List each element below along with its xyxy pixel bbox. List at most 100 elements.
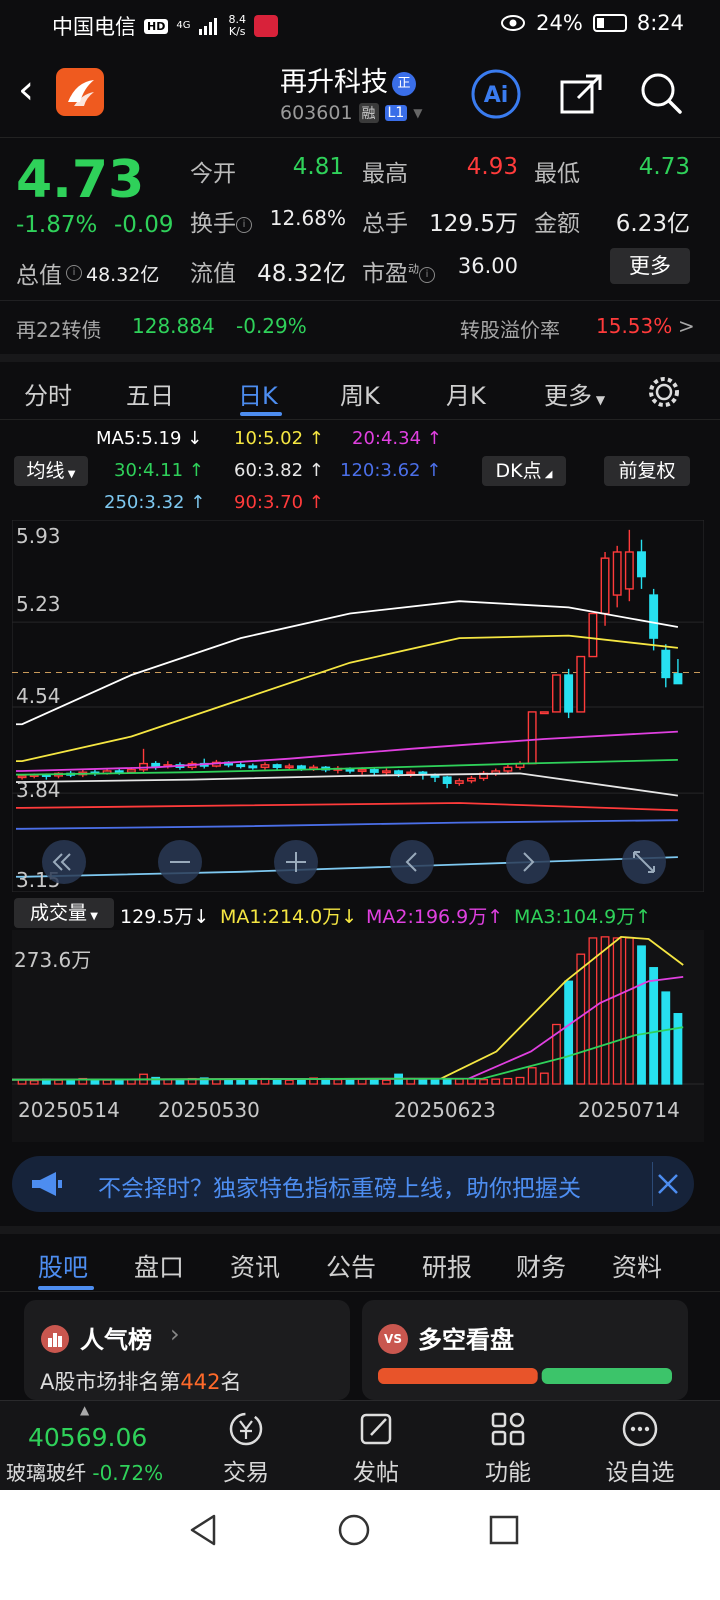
nav-home-icon[interactable]	[334, 1510, 374, 1550]
tab-monthly-k[interactable]: 月K	[446, 376, 486, 411]
volume-bar	[503, 1077, 513, 1085]
volume-bar	[539, 1072, 549, 1085]
candle	[576, 655, 586, 713]
dk-point-button[interactable]: DK点 ◢	[482, 456, 566, 486]
index-name-row[interactable]: 玻璃玻纤 -0.72%	[6, 1457, 163, 1486]
nav-back-icon[interactable]	[184, 1510, 224, 1550]
rank-number: 442	[180, 1370, 221, 1394]
candle	[649, 594, 659, 639]
zoom-out-icon[interactable]	[158, 840, 202, 884]
convertible-bond-bar[interactable]: 再22转债 128.884 -0.29% 转股溢价率 15.53% >	[0, 300, 720, 352]
volume-ma-line-1	[11, 935, 684, 1081]
chart-frame	[11, 519, 705, 893]
caret-down-icon: ▼	[592, 393, 606, 407]
caret-down-icon: ▼	[87, 911, 98, 922]
stock-code-row: 603601 融 L1 ▼	[280, 102, 422, 124]
volume-bar	[624, 937, 634, 1085]
tab-research[interactable]: 研报	[422, 1248, 472, 1284]
more-dots-icon	[622, 1411, 658, 1447]
gear-icon[interactable]	[646, 374, 682, 410]
info-icon[interactable]: i	[236, 216, 252, 233]
volume-bar	[369, 1079, 379, 1085]
nav-watchlist[interactable]: 设自选	[590, 1409, 690, 1487]
more-quote-button[interactable]: 更多	[610, 248, 690, 284]
volume-axis-max: 273.6万	[14, 948, 92, 972]
scroll-right-icon[interactable]	[506, 840, 550, 884]
volume-label: 总手	[362, 211, 408, 237]
candle	[369, 769, 379, 773]
nav-post-label: 发帖	[353, 1460, 399, 1486]
volume-bar	[515, 1076, 525, 1085]
promo-banner[interactable]: 不会择时？独家特色指标重磅上线，助你把握关	[12, 1156, 694, 1212]
zoom-in-icon[interactable]	[274, 840, 318, 884]
y-axis-label-2: 5.23	[16, 592, 61, 616]
tab-order-book[interactable]: 盘口	[134, 1248, 184, 1284]
candle	[454, 780, 464, 784]
tab-announcements[interactable]: 公告	[326, 1248, 376, 1284]
chart-controls	[42, 840, 666, 884]
back-icon[interactable]: ‹	[18, 70, 34, 110]
scroll-left-icon[interactable]	[390, 840, 434, 884]
nav-trade[interactable]: 交易	[196, 1409, 296, 1487]
tab-five-day[interactable]: 五日	[126, 376, 174, 411]
amount-label: 金额	[534, 211, 580, 237]
index-value[interactable]: 40569.06	[28, 1423, 147, 1452]
caret-down-icon: ▼	[64, 469, 76, 480]
tab-profile[interactable]: 资料	[612, 1248, 662, 1284]
ai-assistant-button[interactable]: Ai	[470, 68, 522, 120]
volume-bar	[102, 1079, 112, 1085]
rank-prefix: A股市场排名第	[40, 1370, 181, 1394]
search-icon[interactable]	[636, 68, 688, 120]
stock-code: 603601	[280, 102, 353, 124]
info-icon[interactable]: i	[66, 265, 82, 281]
ma250-legend: 250:3.32 ↑	[104, 492, 206, 513]
nav-features[interactable]: 功能	[458, 1409, 558, 1487]
chevron-down-icon[interactable]: ▼	[413, 106, 422, 120]
date-label-4: 20250714	[578, 1098, 680, 1122]
notification-app-icon	[253, 15, 278, 37]
candle	[466, 777, 476, 782]
open-value: 4.81	[292, 154, 344, 180]
bull-bear-card[interactable]: VS 多空看盘	[362, 1300, 688, 1400]
turnover-label-text: 换手	[190, 211, 236, 237]
nav-recents-icon[interactable]	[484, 1510, 524, 1550]
market-cap-value: 48.32亿	[86, 263, 160, 286]
tab-daily-k[interactable]: 日K	[238, 376, 278, 411]
volume-bar	[612, 937, 622, 1085]
popularity-card[interactable]: 人气榜 › A股市场排名第442名	[24, 1300, 350, 1400]
candle	[503, 766, 513, 772]
tab-intraday[interactable]: 分时	[24, 376, 72, 411]
nav-watchlist-label: 设自选	[605, 1460, 675, 1486]
scroll-left-fast-icon[interactable]	[42, 840, 86, 884]
close-icon[interactable]	[654, 1170, 682, 1198]
tab-more[interactable]: 更多 ▼	[544, 376, 605, 411]
content-tabs: 股吧 盘口 资讯 公告 研报 财务 资料	[0, 1226, 720, 1292]
ma-selector-button[interactable]: 均线 ▼	[14, 456, 88, 486]
nav-features-label: 功能	[485, 1460, 531, 1486]
share-icon[interactable]	[556, 68, 608, 120]
indicator-selector-button[interactable]: 成交量 ▼	[14, 898, 114, 928]
battery-percent: 24%	[536, 11, 583, 35]
margin-tag: 融	[358, 103, 379, 123]
info-icon[interactable]: i	[419, 266, 435, 283]
tab-news[interactable]: 资讯	[230, 1248, 280, 1284]
volume-chart[interactable]: 273.6万 20250514 20250530 20250623 202507…	[11, 930, 704, 1142]
stock-name: 再升科技	[280, 67, 388, 98]
volume-bar	[175, 1079, 185, 1085]
low-value: 4.73	[638, 154, 690, 180]
change-absolute: -0.09	[114, 212, 174, 238]
promo-text: 不会择时？独家特色指标重磅上线，助你把握关	[98, 1176, 581, 1202]
active-tab-indicator	[240, 412, 282, 416]
tab-forum[interactable]: 股吧	[38, 1248, 88, 1284]
candle	[527, 711, 537, 765]
adjust-button[interactable]: 前复权	[604, 456, 690, 486]
tab-weekly-k[interactable]: 周K	[340, 376, 380, 411]
candlestick-chart[interactable]: 5.93 5.23 4.54 3.84 3.15	[11, 519, 705, 893]
amount-value: 6.23亿	[615, 211, 690, 237]
volume-value: 129.5万	[429, 211, 518, 237]
tab-financials[interactable]: 财务	[516, 1248, 566, 1284]
nav-post[interactable]: 发帖	[326, 1409, 426, 1487]
app-logo-icon	[56, 68, 104, 116]
stock-title: 再升科技正	[280, 60, 416, 99]
fullscreen-icon[interactable]	[622, 840, 666, 884]
